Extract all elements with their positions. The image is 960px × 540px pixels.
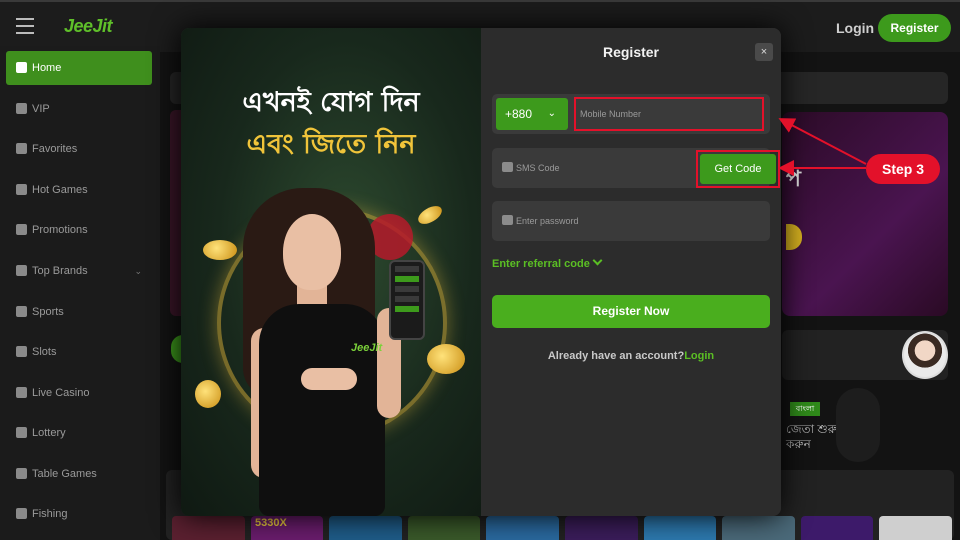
header-login-link[interactable]: Login	[836, 20, 874, 36]
country-code-select[interactable]: +880 ⌄	[496, 98, 568, 130]
sidebar-item-fishing[interactable]: Fishing	[6, 497, 152, 531]
get-code-highlight: Get Code	[696, 150, 780, 188]
dress-logo: JeeJit	[351, 342, 383, 354]
sidebar-item-lottery[interactable]: Lottery	[6, 416, 152, 450]
referral-label: Enter referral code	[492, 258, 590, 270]
sidebar-item-label: Table Games	[32, 468, 97, 480]
sidebar-item-label: Live Casino	[32, 387, 90, 399]
register-title: Register	[602, 44, 660, 60]
cards-icon	[16, 468, 27, 479]
sms-code-input[interactable]	[516, 148, 686, 188]
game-thumbnail[interactable]	[172, 516, 245, 540]
star-icon	[16, 143, 27, 154]
sms-row: Get Code	[492, 148, 780, 188]
sidebar-item-label: Hot Games	[32, 184, 88, 196]
coin-icon	[195, 380, 221, 408]
game-thumbnail[interactable]	[722, 516, 795, 540]
mobile-number-input[interactable]	[574, 97, 764, 131]
register-now-button[interactable]: Register Now	[492, 295, 770, 328]
game-thumbnails	[172, 516, 952, 540]
chevron-down-icon: ⌄	[134, 266, 142, 276]
sidebar-item-label: Fishing	[32, 508, 68, 520]
fish-icon	[16, 508, 27, 519]
model-hand	[301, 368, 357, 390]
spade-icon	[16, 387, 27, 398]
sidebar-item-home[interactable]: Home	[6, 51, 152, 85]
background-badge: বাংলা	[790, 402, 820, 416]
sidebar-item-slots[interactable]: Slots	[6, 335, 152, 369]
password-input[interactable]	[516, 201, 686, 241]
lock-icon	[502, 215, 513, 225]
game-thumbnail[interactable]	[407, 516, 481, 540]
sidebar-item-vip[interactable]: VIP	[6, 92, 152, 126]
referral-code-toggle[interactable]: Enter referral code	[492, 255, 603, 270]
model-dress	[259, 304, 385, 516]
promo-headline: এখনই যোগ দিন	[242, 87, 420, 118]
fire-icon	[16, 184, 27, 195]
game-multiplier-badge: 5330X	[255, 517, 287, 529]
register-form-panel: Register × +880 ⌄ Get Code Enter referral…	[481, 28, 781, 516]
gift-icon	[16, 224, 27, 235]
login-prompt: Already have an account?Login	[481, 350, 781, 362]
close-button[interactable]: ×	[755, 43, 773, 61]
password-row	[492, 201, 770, 241]
sidebar-item-label: Slots	[32, 346, 57, 358]
game-thumbnail[interactable]	[800, 516, 874, 540]
game-thumbnail[interactable]	[329, 516, 402, 540]
game-thumbnail[interactable]	[564, 516, 638, 540]
game-thumbnail[interactable]	[643, 516, 717, 540]
sidebar-item-label: Promotions	[32, 224, 88, 236]
sidebar-item-live-casino[interactable]: Live Casino	[6, 376, 152, 410]
sidebar-item-label: Home	[32, 62, 62, 74]
header-register-button[interactable]: Register	[878, 14, 951, 42]
site-logo[interactable]: JeeJit	[64, 16, 113, 37]
home-icon	[16, 62, 27, 73]
menu-icon[interactable]	[16, 18, 34, 34]
coin-icon	[203, 240, 237, 260]
sidebar-item-promotions[interactable]: Promotions	[6, 213, 152, 247]
coin-icon	[427, 344, 465, 374]
model-face	[283, 214, 341, 290]
sidebar-item-label: Top Brands	[32, 265, 88, 277]
sidebar-item-hot-games[interactable]: Hot Games	[6, 173, 152, 207]
sms-icon	[502, 162, 513, 172]
coin-icon	[415, 202, 445, 228]
background-number-graphic	[836, 388, 880, 462]
login-link[interactable]: Login	[684, 350, 714, 362]
support-avatar[interactable]	[902, 331, 948, 379]
chevron-down-icon: ⌄	[547, 108, 556, 119]
sidebar-item-label: VIP	[32, 103, 50, 115]
promo-subheadline: এবং জিতে নিন	[246, 129, 416, 160]
lottery-icon	[16, 427, 27, 438]
promo-banner: এখনই যোগ দিন এবং জিতে নিন JeeJit	[181, 28, 481, 516]
have-account-text: Already have an account?	[547, 350, 685, 362]
banner-text-fragment: প	[786, 166, 801, 191]
sidebar-item-table-games[interactable]: Table Games	[6, 457, 152, 491]
sidebar-item-top-brands[interactable]: Top Brands ⌄	[6, 254, 152, 288]
mobile-row: +880 ⌄	[492, 94, 770, 134]
banner-coin	[786, 224, 802, 250]
sidebar-item-sports[interactable]: Sports	[6, 295, 152, 329]
game-thumbnail[interactable]	[879, 516, 952, 540]
get-code-button[interactable]: Get Code	[700, 154, 776, 184]
sidebar-item-label: Sports	[32, 306, 64, 318]
chevron-down-icon	[592, 255, 603, 266]
brand-icon	[16, 265, 27, 276]
vip-icon	[16, 103, 27, 114]
sidebar: Home VIP Favorites Hot Games Promotions …	[0, 46, 160, 540]
sidebar-item-favorites[interactable]: Favorites	[6, 132, 152, 166]
register-modal: এখনই যোগ দিন এবং জিতে নিন JeeJit Registe…	[181, 28, 781, 516]
phone-image	[389, 260, 425, 340]
slots-icon	[16, 346, 27, 357]
background-banner: প	[782, 112, 948, 316]
country-code-value: +880	[505, 107, 533, 121]
sidebar-item-label: Favorites	[32, 143, 78, 155]
sidebar-item-label: Lottery	[32, 427, 66, 439]
ball-icon	[16, 306, 27, 317]
step-label: Step 3	[866, 154, 940, 184]
close-icon: ×	[760, 46, 768, 58]
game-thumbnail[interactable]	[486, 516, 559, 540]
background-promo-text: জেতা শুরু করুন	[786, 422, 837, 451]
